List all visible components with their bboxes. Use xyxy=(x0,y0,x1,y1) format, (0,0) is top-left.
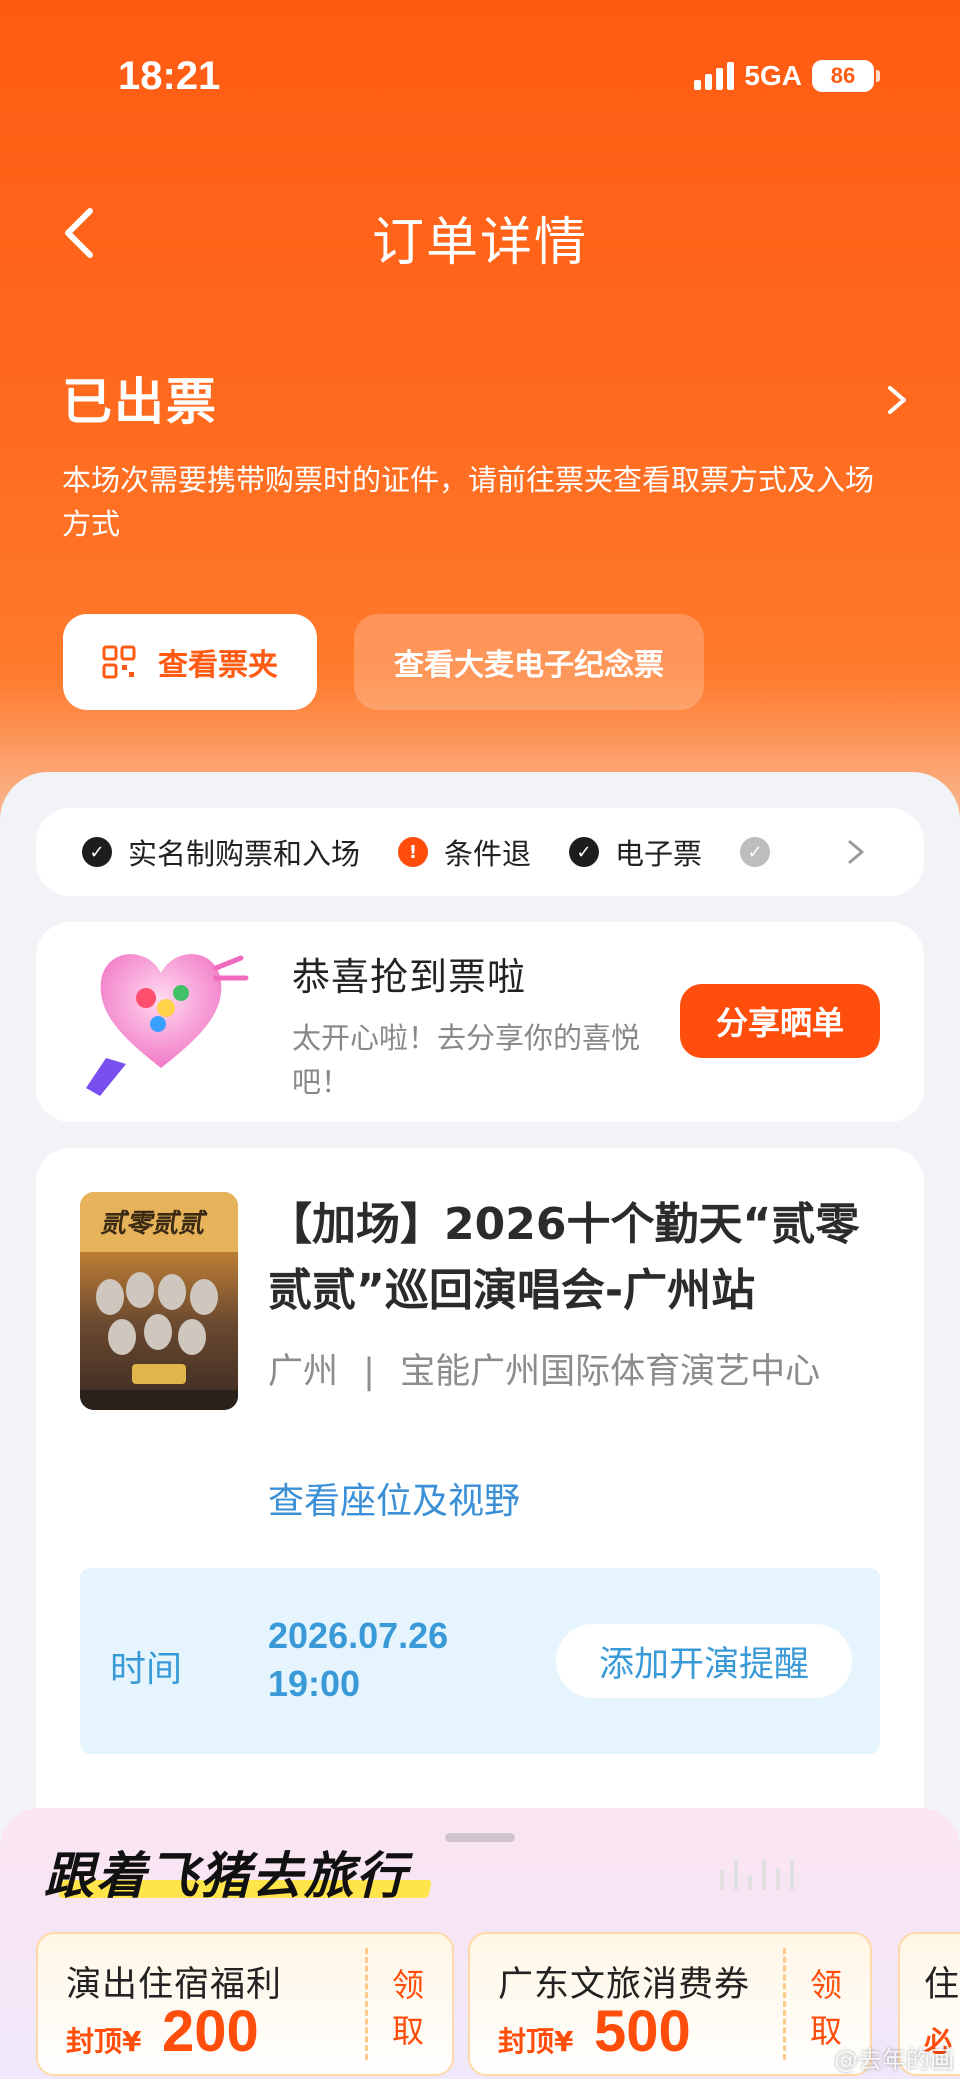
check-icon: ✓ xyxy=(740,837,771,867)
view-ticket-wallet-button[interactable]: 查看票夹 xyxy=(63,614,317,710)
coupon-cap: 封顶¥ xyxy=(498,2025,574,2058)
coupon-name: 住 xyxy=(924,1965,960,2005)
promo-title: 跟着飞猪去旅行 xyxy=(44,1847,408,1905)
show-city: 广州 xyxy=(268,1352,339,1392)
time-label: 时间 xyxy=(110,1649,183,1690)
status-bar-right: 5GA 86 xyxy=(694,60,880,92)
coupon-amount: 200 xyxy=(162,1999,259,2064)
show-poster-image[interactable]: 贰零贰贰 xyxy=(80,1192,238,1410)
promo-decoration xyxy=(720,1860,794,1890)
show-venue: 广州 | 宝能广州国际体育演艺中心 xyxy=(268,1346,848,1398)
svg-text:贰零贰贰: 贰零贰贰 xyxy=(100,1209,208,1239)
order-status-title[interactable]: 已出票 xyxy=(62,362,218,434)
add-reminder-button[interactable]: 添加开演提醒 xyxy=(556,1624,852,1698)
battery-icon: 86 xyxy=(812,60,874,92)
tag-label: 实名制购票和入场 xyxy=(128,837,361,871)
drag-handle[interactable] xyxy=(445,1833,515,1842)
chevron-right-icon[interactable] xyxy=(844,832,868,872)
page-title: 订单详情 xyxy=(371,213,588,273)
venue-separator: | xyxy=(363,1352,375,1392)
view-souvenir-ticket-button[interactable]: 查看大麦电子纪念票 xyxy=(354,614,704,710)
tag-label: 条件退 xyxy=(444,837,532,871)
check-icon: ✓ xyxy=(569,837,600,867)
show-time: 19:00 xyxy=(268,1663,361,1704)
share-subtitle: 太开心啦！去分享你的喜悦吧！ xyxy=(292,1021,641,1099)
venue-name: 宝能广州国际体育演艺中心 xyxy=(400,1352,821,1392)
view-seat-link[interactable]: 查看座位及视野 xyxy=(268,1472,520,1524)
check-icon: ✓ xyxy=(82,837,112,867)
ticket-policy-tags[interactable]: ✓ 实名制购票和入场 ! 条件退 ✓ 电子票 ✓ xyxy=(36,808,924,896)
coupon-lodging[interactable]: 演出住宿福利 封顶¥ 200 领取 xyxy=(36,1932,454,2076)
coupon-divider xyxy=(783,1948,786,2060)
show-datetime: 2026.07.26 19:00 xyxy=(268,1612,448,1708)
coupon-cap: 封顶¥ xyxy=(66,2025,142,2058)
status-chevron-right-icon[interactable] xyxy=(882,380,912,420)
tag-conditional-refund[interactable]: ! 条件退 xyxy=(398,831,531,873)
view-ticket-wallet-label: 查看票夹 xyxy=(158,648,278,683)
coupon-divider xyxy=(365,1948,368,2060)
exclamation-icon: ! xyxy=(398,837,429,867)
tag-e-ticket[interactable]: ✓ 电子票 xyxy=(569,831,702,873)
status-time: 18:21 xyxy=(118,54,221,98)
tag-label: 电子票 xyxy=(615,837,703,871)
order-status-description: 本场次需要携带购票时的证件，请前往票夹查看取票方式及入场方式 xyxy=(62,463,875,541)
network-type: 5GA xyxy=(744,60,802,91)
show-title[interactable]: 【加场】2026十个勤天“贰零贰贰”巡回演唱会-广州站 xyxy=(268,1192,888,1324)
share-title: 恭喜抢到票啦 xyxy=(292,955,527,999)
coupon-amount: 500 xyxy=(594,1999,691,2064)
light-stick-image xyxy=(86,954,249,1096)
signal-icon xyxy=(694,62,735,90)
tag-real-name[interactable]: ✓ 实名制购票和入场 xyxy=(82,831,360,873)
watermark: @去年的画 xyxy=(834,2046,954,2074)
show-date: 2026.07.26 xyxy=(268,1615,449,1656)
qr-code-icon xyxy=(102,645,136,679)
claim-coupon-button[interactable]: 领取 xyxy=(388,1962,428,2054)
order-status-header xyxy=(0,0,960,900)
coupon-culture-tourism[interactable]: 广东文旅消费券 封顶¥ 500 领取 xyxy=(468,1932,872,2076)
battery-tip xyxy=(876,70,880,82)
share-order-button[interactable]: 分享晒单 xyxy=(680,984,880,1058)
